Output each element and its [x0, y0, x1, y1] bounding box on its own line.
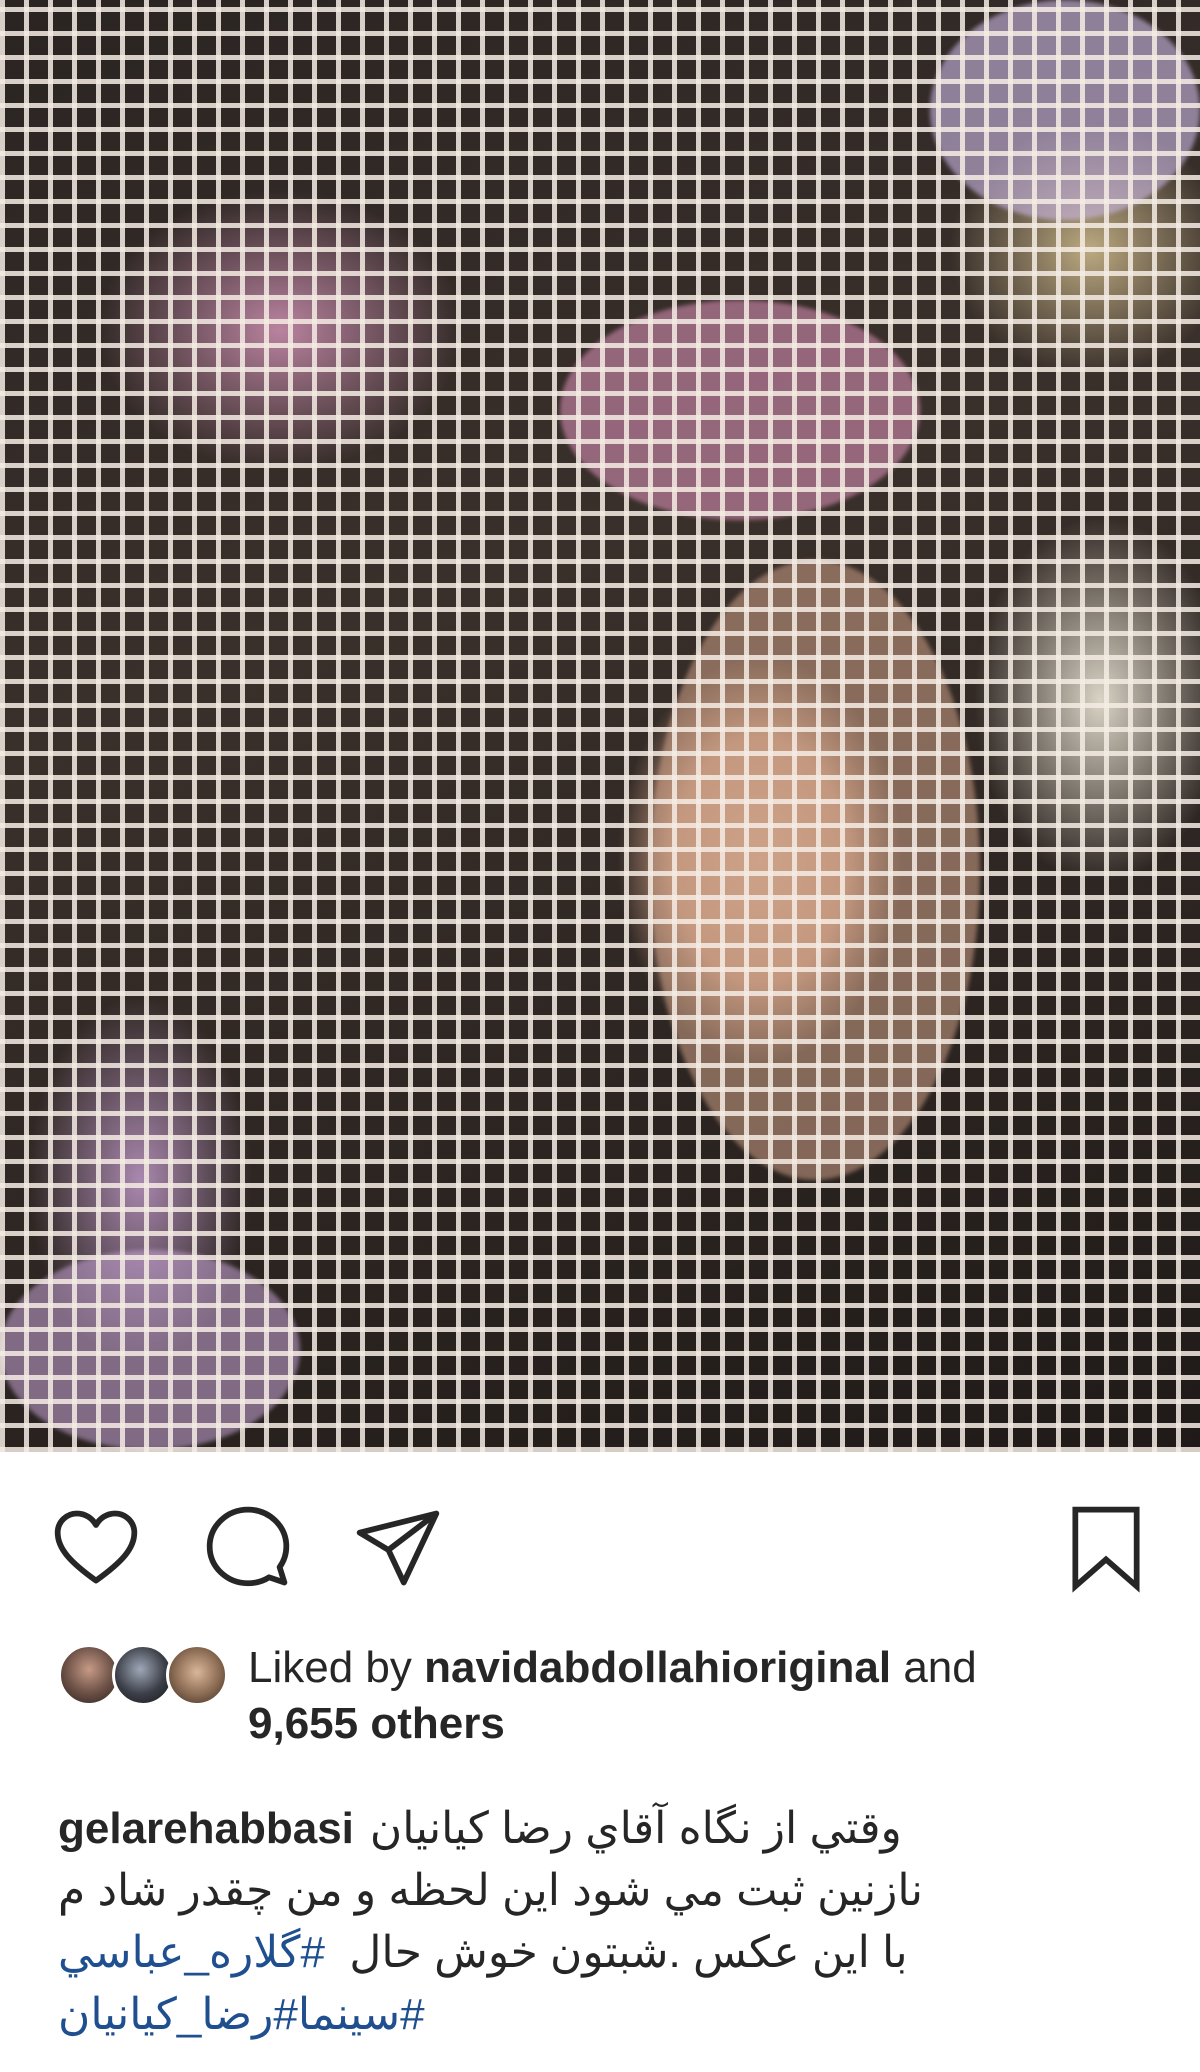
caption-username-link[interactable]: gelarehabbasi — [58, 1804, 354, 1853]
likes-conjunction: and — [903, 1643, 977, 1692]
bookmark-icon — [1072, 1506, 1140, 1593]
instagram-post: Liked by navidabdollahioriginal and 9,65… — [0, 0, 1200, 2072]
caption-line-2: نازنين ثبت مي شود اين لحظه و من چقدر شاد… — [58, 1866, 924, 1915]
liker-avatars[interactable] — [58, 1644, 228, 1712]
action-bar — [0, 1480, 1200, 1600]
hashtag-link[interactable]: #سينما#رضا_كيانيان — [58, 1984, 1098, 2046]
likes-count-link[interactable]: 9,655 others — [248, 1699, 505, 1748]
liker-username-link[interactable]: navidabdollahioriginal — [424, 1643, 891, 1692]
photo-lace-mesh — [0, 0, 1200, 1452]
comment-button[interactable] — [200, 1500, 296, 1596]
avatar[interactable] — [112, 1644, 174, 1706]
avatar[interactable] — [58, 1644, 120, 1706]
avatar[interactable] — [166, 1644, 228, 1706]
post-photo[interactable] — [0, 0, 1200, 1452]
heart-icon — [54, 1510, 138, 1584]
save-button[interactable] — [1058, 1500, 1154, 1596]
hashtag-link[interactable]: #گلاره_عباسي — [58, 1928, 325, 1977]
caption-text-3: با اين عكس .شبتون خوش حال — [349, 1928, 908, 1977]
share-button[interactable] — [350, 1500, 446, 1596]
comment-bubble-icon — [206, 1506, 290, 1587]
likes-summary: Liked by navidabdollahioriginal and 9,65… — [58, 1640, 1158, 1760]
paper-plane-icon — [356, 1510, 440, 1586]
like-button[interactable] — [48, 1500, 144, 1596]
caption-text-1: وقتي از نگاه آقاي رضا كيانيان — [369, 1804, 902, 1853]
caption-line-1: gelarehabbasi وقتي از نگاه آقاي رضا كياني… — [58, 1798, 1098, 1860]
post-caption: gelarehabbasi وقتي از نگاه آقاي رضا كياني… — [58, 1798, 1098, 2046]
liked-by-label: Liked by — [248, 1643, 412, 1692]
likes-text: Liked by navidabdollahioriginal and 9,65… — [248, 1640, 1148, 1752]
caption-line-3: با اين عكس .شبتون خوش حال #گلاره_عباسي — [58, 1922, 1098, 1984]
